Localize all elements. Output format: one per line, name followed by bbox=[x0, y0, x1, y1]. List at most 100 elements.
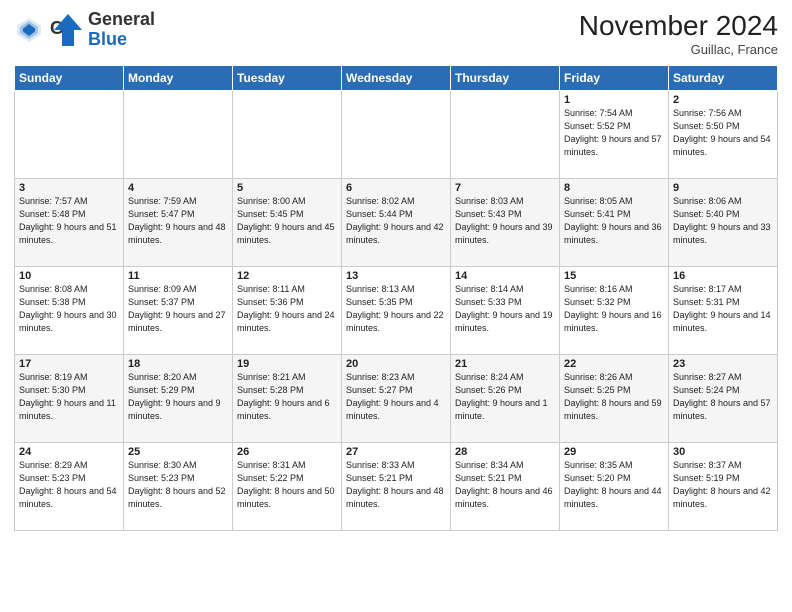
table-row: 1Sunrise: 7:54 AMSunset: 5:52 PMDaylight… bbox=[560, 91, 669, 179]
day-number: 22 bbox=[564, 358, 664, 370]
title-block: November 2024 Guillac, France bbox=[579, 10, 778, 57]
col-tuesday: Tuesday bbox=[233, 66, 342, 91]
table-row: 27Sunrise: 8:33 AMSunset: 5:21 PMDayligh… bbox=[342, 443, 451, 531]
day-number: 21 bbox=[455, 358, 555, 370]
logo-icon bbox=[14, 15, 44, 45]
table-row: 15Sunrise: 8:16 AMSunset: 5:32 PMDayligh… bbox=[560, 267, 669, 355]
logo-graphic: G bbox=[48, 12, 84, 48]
week-row-5: 24Sunrise: 8:29 AMSunset: 5:23 PMDayligh… bbox=[15, 443, 778, 531]
table-row bbox=[451, 91, 560, 179]
day-info: Sunrise: 8:03 AMSunset: 5:43 PMDaylight:… bbox=[455, 195, 555, 247]
day-number: 13 bbox=[346, 270, 446, 282]
day-info: Sunrise: 8:26 AMSunset: 5:25 PMDaylight:… bbox=[564, 371, 664, 423]
col-sunday: Sunday bbox=[15, 66, 124, 91]
day-number: 5 bbox=[237, 182, 337, 194]
day-number: 28 bbox=[455, 446, 555, 458]
table-row: 4Sunrise: 7:59 AMSunset: 5:47 PMDaylight… bbox=[124, 179, 233, 267]
day-info: Sunrise: 8:17 AMSunset: 5:31 PMDaylight:… bbox=[673, 283, 773, 335]
week-row-3: 10Sunrise: 8:08 AMSunset: 5:38 PMDayligh… bbox=[15, 267, 778, 355]
day-info: Sunrise: 8:35 AMSunset: 5:20 PMDaylight:… bbox=[564, 459, 664, 511]
col-friday: Friday bbox=[560, 66, 669, 91]
table-row: 24Sunrise: 8:29 AMSunset: 5:23 PMDayligh… bbox=[15, 443, 124, 531]
weekday-row: Sunday Monday Tuesday Wednesday Thursday… bbox=[15, 66, 778, 91]
day-number: 6 bbox=[346, 182, 446, 194]
day-number: 10 bbox=[19, 270, 119, 282]
table-row: 8Sunrise: 8:05 AMSunset: 5:41 PMDaylight… bbox=[560, 179, 669, 267]
day-number: 2 bbox=[673, 94, 773, 106]
table-row: 6Sunrise: 8:02 AMSunset: 5:44 PMDaylight… bbox=[342, 179, 451, 267]
day-info: Sunrise: 8:34 AMSunset: 5:21 PMDaylight:… bbox=[455, 459, 555, 511]
day-number: 11 bbox=[128, 270, 228, 282]
table-row: 18Sunrise: 8:20 AMSunset: 5:29 PMDayligh… bbox=[124, 355, 233, 443]
day-number: 4 bbox=[128, 182, 228, 194]
week-row-2: 3Sunrise: 7:57 AMSunset: 5:48 PMDaylight… bbox=[15, 179, 778, 267]
day-number: 26 bbox=[237, 446, 337, 458]
day-info: Sunrise: 8:14 AMSunset: 5:33 PMDaylight:… bbox=[455, 283, 555, 335]
day-info: Sunrise: 7:56 AMSunset: 5:50 PMDaylight:… bbox=[673, 107, 773, 159]
day-info: Sunrise: 8:08 AMSunset: 5:38 PMDaylight:… bbox=[19, 283, 119, 335]
day-info: Sunrise: 8:37 AMSunset: 5:19 PMDaylight:… bbox=[673, 459, 773, 511]
logo-text: General Blue bbox=[88, 10, 155, 50]
calendar: Sunday Monday Tuesday Wednesday Thursday… bbox=[14, 65, 778, 531]
location: Guillac, France bbox=[579, 42, 778, 57]
day-info: Sunrise: 8:06 AMSunset: 5:40 PMDaylight:… bbox=[673, 195, 773, 247]
table-row bbox=[342, 91, 451, 179]
table-row: 2Sunrise: 7:56 AMSunset: 5:50 PMDaylight… bbox=[669, 91, 778, 179]
week-row-4: 17Sunrise: 8:19 AMSunset: 5:30 PMDayligh… bbox=[15, 355, 778, 443]
day-info: Sunrise: 8:00 AMSunset: 5:45 PMDaylight:… bbox=[237, 195, 337, 247]
table-row bbox=[15, 91, 124, 179]
table-row: 14Sunrise: 8:14 AMSunset: 5:33 PMDayligh… bbox=[451, 267, 560, 355]
table-row bbox=[233, 91, 342, 179]
day-number: 7 bbox=[455, 182, 555, 194]
day-info: Sunrise: 8:02 AMSunset: 5:44 PMDaylight:… bbox=[346, 195, 446, 247]
table-row: 5Sunrise: 8:00 AMSunset: 5:45 PMDaylight… bbox=[233, 179, 342, 267]
table-row: 13Sunrise: 8:13 AMSunset: 5:35 PMDayligh… bbox=[342, 267, 451, 355]
day-number: 18 bbox=[128, 358, 228, 370]
day-number: 24 bbox=[19, 446, 119, 458]
day-number: 19 bbox=[237, 358, 337, 370]
day-number: 16 bbox=[673, 270, 773, 282]
logo-text-block: General Blue bbox=[88, 10, 155, 50]
day-info: Sunrise: 8:30 AMSunset: 5:23 PMDaylight:… bbox=[128, 459, 228, 511]
day-info: Sunrise: 8:20 AMSunset: 5:29 PMDaylight:… bbox=[128, 371, 228, 423]
day-info: Sunrise: 8:11 AMSunset: 5:36 PMDaylight:… bbox=[237, 283, 337, 335]
table-row: 19Sunrise: 8:21 AMSunset: 5:28 PMDayligh… bbox=[233, 355, 342, 443]
month-title: November 2024 bbox=[579, 10, 778, 42]
table-row: 12Sunrise: 8:11 AMSunset: 5:36 PMDayligh… bbox=[233, 267, 342, 355]
day-number: 20 bbox=[346, 358, 446, 370]
day-info: Sunrise: 8:31 AMSunset: 5:22 PMDaylight:… bbox=[237, 459, 337, 511]
day-info: Sunrise: 8:21 AMSunset: 5:28 PMDaylight:… bbox=[237, 371, 337, 423]
day-info: Sunrise: 8:09 AMSunset: 5:37 PMDaylight:… bbox=[128, 283, 228, 335]
day-info: Sunrise: 8:29 AMSunset: 5:23 PMDaylight:… bbox=[19, 459, 119, 511]
calendar-body: 1Sunrise: 7:54 AMSunset: 5:52 PMDaylight… bbox=[15, 91, 778, 531]
day-number: 15 bbox=[564, 270, 664, 282]
day-number: 9 bbox=[673, 182, 773, 194]
table-row: 10Sunrise: 8:08 AMSunset: 5:38 PMDayligh… bbox=[15, 267, 124, 355]
day-number: 8 bbox=[564, 182, 664, 194]
col-monday: Monday bbox=[124, 66, 233, 91]
table-row: 3Sunrise: 7:57 AMSunset: 5:48 PMDaylight… bbox=[15, 179, 124, 267]
table-row: 25Sunrise: 8:30 AMSunset: 5:23 PMDayligh… bbox=[124, 443, 233, 531]
day-number: 12 bbox=[237, 270, 337, 282]
table-row: 26Sunrise: 8:31 AMSunset: 5:22 PMDayligh… bbox=[233, 443, 342, 531]
day-info: Sunrise: 8:19 AMSunset: 5:30 PMDaylight:… bbox=[19, 371, 119, 423]
table-row: 28Sunrise: 8:34 AMSunset: 5:21 PMDayligh… bbox=[451, 443, 560, 531]
day-info: Sunrise: 8:27 AMSunset: 5:24 PMDaylight:… bbox=[673, 371, 773, 423]
day-info: Sunrise: 7:59 AMSunset: 5:47 PMDaylight:… bbox=[128, 195, 228, 247]
day-info: Sunrise: 7:54 AMSunset: 5:52 PMDaylight:… bbox=[564, 107, 664, 159]
table-row: 17Sunrise: 8:19 AMSunset: 5:30 PMDayligh… bbox=[15, 355, 124, 443]
table-row: 9Sunrise: 8:06 AMSunset: 5:40 PMDaylight… bbox=[669, 179, 778, 267]
table-row: 23Sunrise: 8:27 AMSunset: 5:24 PMDayligh… bbox=[669, 355, 778, 443]
day-number: 30 bbox=[673, 446, 773, 458]
table-row: 30Sunrise: 8:37 AMSunset: 5:19 PMDayligh… bbox=[669, 443, 778, 531]
table-row bbox=[124, 91, 233, 179]
day-number: 14 bbox=[455, 270, 555, 282]
day-number: 17 bbox=[19, 358, 119, 370]
day-info: Sunrise: 8:33 AMSunset: 5:21 PMDaylight:… bbox=[346, 459, 446, 511]
header: G General Blue November 2024 Guillac, Fr… bbox=[14, 10, 778, 57]
table-row: 11Sunrise: 8:09 AMSunset: 5:37 PMDayligh… bbox=[124, 267, 233, 355]
week-row-1: 1Sunrise: 7:54 AMSunset: 5:52 PMDaylight… bbox=[15, 91, 778, 179]
table-row: 22Sunrise: 8:26 AMSunset: 5:25 PMDayligh… bbox=[560, 355, 669, 443]
day-info: Sunrise: 8:23 AMSunset: 5:27 PMDaylight:… bbox=[346, 371, 446, 423]
table-row: 20Sunrise: 8:23 AMSunset: 5:27 PMDayligh… bbox=[342, 355, 451, 443]
